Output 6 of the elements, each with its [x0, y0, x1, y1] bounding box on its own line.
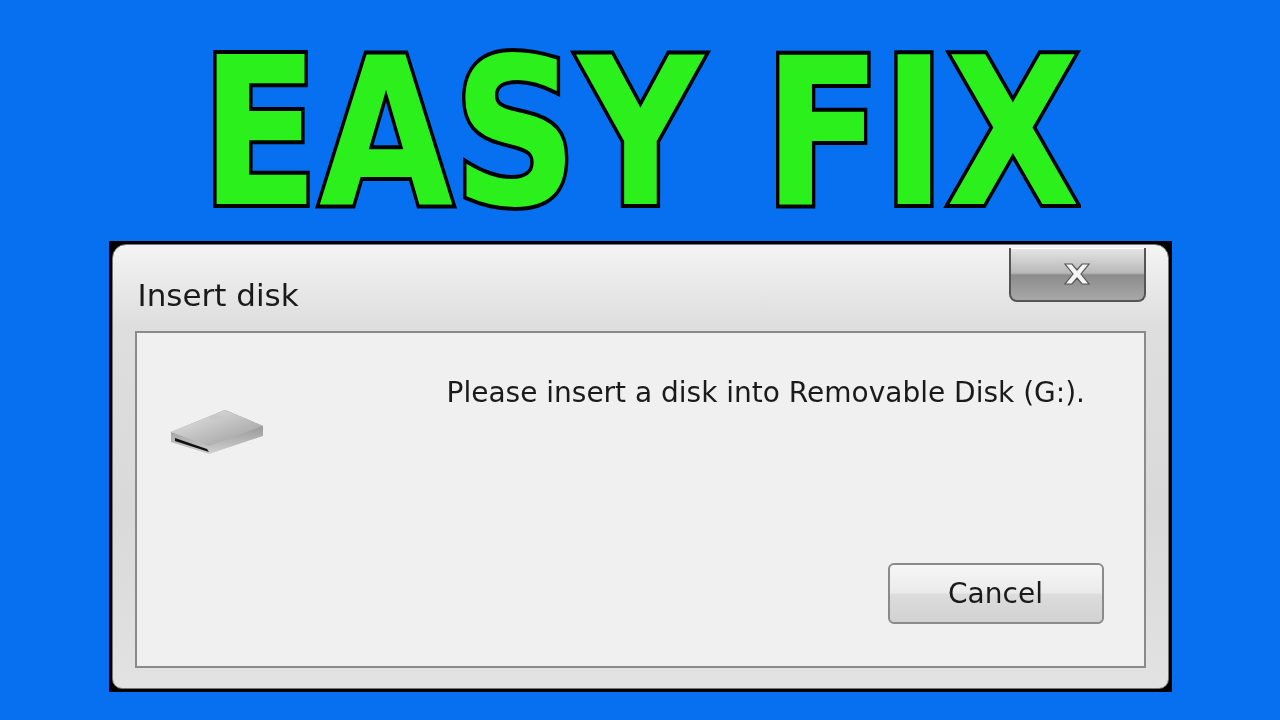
close-icon — [1062, 262, 1092, 286]
window-title: Insert disk — [136, 276, 299, 315]
dialog-message: Please insert a disk into Removable Disk (G:). — [446, 375, 1085, 412]
cancel-button[interactable]: Cancel — [887, 563, 1104, 624]
close-button[interactable] — [1008, 248, 1146, 302]
headline: EASY FIX — [199, 31, 1081, 236]
